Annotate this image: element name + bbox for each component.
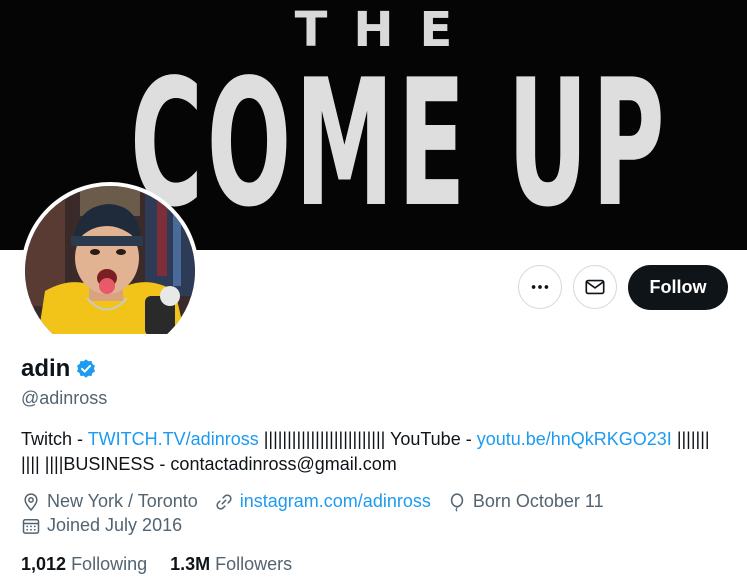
birthday-text: Born October 11: [472, 491, 604, 511]
message-button[interactable]: [573, 265, 617, 309]
followers-count: 1.3M: [170, 554, 211, 574]
profile-meta-row: New York / Toronto instagram.com/adinros…: [21, 491, 620, 512]
twitch-link[interactable]: TWITCH.TV/adinross: [88, 429, 259, 449]
bio-text-1: Twitch -: [21, 429, 88, 449]
name-row: adin: [21, 355, 97, 383]
profile-bio: Twitch - TWITCH.TV/adinross ||||||||||||…: [21, 427, 726, 477]
bio-text-2: |||||||||||||||||||||||||| YouTube -: [258, 429, 477, 449]
avatar-container: [21, 182, 199, 334]
follow-button[interactable]: Follow: [628, 265, 728, 310]
link-icon: [216, 493, 232, 510]
following-stat[interactable]: 1,012 Following: [21, 554, 147, 575]
envelope-icon: [585, 279, 605, 295]
website-item: instagram.com/adinross: [214, 491, 431, 512]
birthday-item: Born October 11: [447, 491, 604, 512]
avatar[interactable]: [21, 182, 199, 334]
verified-badge-icon[interactable]: [75, 358, 97, 380]
followers-stat[interactable]: 1.3M Followers: [170, 554, 292, 575]
location-text: New York / Toronto: [47, 491, 198, 511]
profile-meta-row-2: Joined July 2016: [21, 515, 198, 536]
follow-stats: 1,012 Following 1.3M Followers: [21, 554, 315, 575]
display-name: adin: [21, 355, 71, 382]
joined-item: Joined July 2016: [21, 515, 182, 536]
following-label: Following: [71, 554, 148, 574]
user-handle: @adinross: [21, 388, 108, 408]
followers-label: Followers: [215, 554, 293, 574]
balloon-icon: [450, 492, 464, 512]
avatar-image: [25, 186, 195, 334]
joined-text: Joined July 2016: [47, 515, 183, 535]
website-link[interactable]: instagram.com/adinross: [240, 491, 431, 512]
more-options-button[interactable]: [518, 265, 562, 309]
following-count: 1,012: [21, 554, 67, 574]
calendar-icon: [22, 518, 40, 534]
location-item: New York / Toronto: [21, 491, 198, 512]
more-options-icon: [531, 285, 549, 289]
location-pin-icon: [24, 492, 38, 511]
youtube-link[interactable]: youtu.be/hnQkRKGO23I: [477, 429, 672, 449]
